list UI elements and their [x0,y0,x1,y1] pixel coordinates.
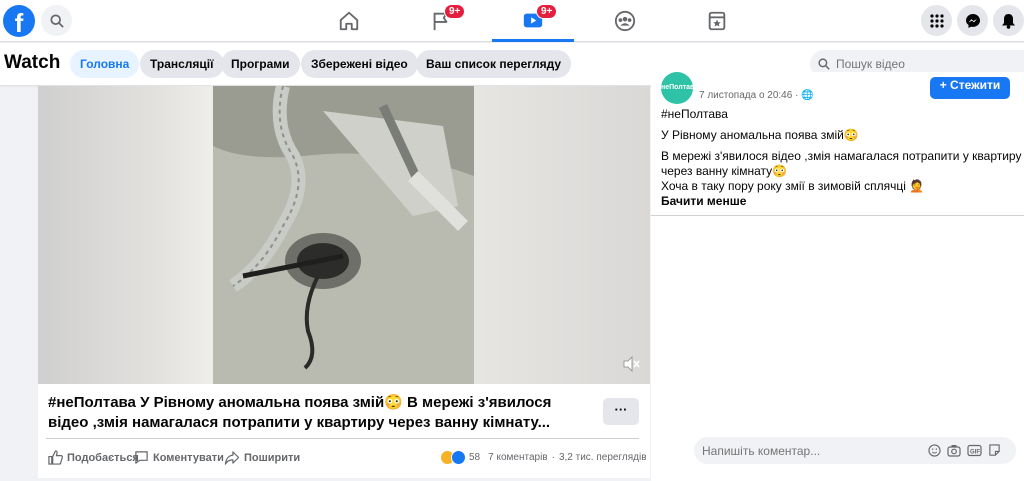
comment-input[interactable] [702,443,922,458]
post-stats: 58 7 коментарів · 3,2 тис. переглядів [440,450,647,465]
page-title: Watch [4,52,61,73]
gaming-icon [708,11,726,31]
top-navigation-bar: f 9+ 9+ [0,0,1024,42]
like-reaction-icon [451,450,466,465]
messenger-button[interactable] [957,5,988,36]
tab-pages[interactable]: 9+ [400,0,482,42]
video-player[interactable] [38,86,650,384]
post-text-line4: Хоча в таку пору року змії в зимовій спл… [661,179,925,193]
search-button[interactable] [41,5,72,36]
tab-gaming[interactable] [676,0,758,42]
emoji-icon[interactable] [928,444,941,457]
groups-icon [614,10,636,32]
post-text-line3: через ванну кімнату😳 [661,164,788,178]
like-button[interactable]: Подобається [48,450,139,465]
speaker-muted-icon [623,356,640,372]
reactions-count[interactable]: 58 [469,452,480,463]
comment-button[interactable]: Коментувати [134,450,224,465]
tab-home[interactable] [308,0,390,42]
comment-label: Коментувати [153,451,224,464]
watch-badge: 9+ [536,4,558,19]
mute-button[interactable] [622,355,640,378]
video-search-input[interactable] [836,57,1006,71]
video-post-card: #неПолтава У Рівному аномальна поява змі… [38,86,650,478]
tab-saved-videos[interactable]: Збережені відео [301,50,418,78]
comment-icon [135,451,148,464]
gif-icon[interactable]: GIF [967,444,982,457]
video-content-image [213,86,474,384]
see-less-link[interactable]: Бачити менше [661,194,746,208]
search-icon [49,13,64,28]
svg-text:GIF: GIF [970,450,980,456]
thumbs-up-icon [48,450,63,465]
page-avatar[interactable]: неПолтава [661,72,698,104]
messenger-icon [965,13,980,28]
card-divider [46,438,639,439]
video-frame [213,86,474,384]
home-icon [339,11,359,31]
post-text-line1: У Рівному аномальна поява змій😳 [661,128,859,142]
menu-button[interactable] [921,5,952,36]
follow-button[interactable]: + Стежити [930,77,1010,99]
tab-watch[interactable]: 9+ [492,0,574,42]
pages-badge: 9+ [444,4,466,19]
share-label: Поширити [244,451,301,464]
post-title[interactable]: #неПолтава У Рівному аномальна поява змі… [48,393,588,433]
share-icon [224,451,240,465]
views-count: 3,2 тис. переглядів [558,452,647,463]
tab-shows[interactable]: Програми [221,50,300,78]
comments-count[interactable]: 7 коментарів [488,452,547,463]
more-options-button[interactable]: ··· [603,398,639,425]
camera-icon[interactable] [947,444,961,457]
post-hashtag[interactable]: #неПолтава [661,107,728,122]
like-label: Подобається [67,451,139,464]
post-timestamp[interactable]: 7 листопада о 20:46 · 🌐 [699,90,814,101]
share-button[interactable]: Поширити [224,450,300,465]
tab-live[interactable]: Трансляції [140,50,224,78]
post-text-line2: В мережі з'явилося відео ,змія намагалас… [661,149,1022,163]
notifications-icon [1002,13,1015,29]
tab-groups[interactable] [584,0,666,42]
tab-watchlist[interactable]: Ваш список перегляду [416,50,572,78]
tab-home-feed[interactable]: Головна [70,50,140,78]
reaction-icons[interactable] [440,450,466,465]
facebook-logo[interactable]: f [3,5,35,38]
post-details-panel: неПолтава 7 листопада о 20:46 · 🌐 + Стеж… [651,72,1024,481]
panel-divider [651,215,1024,216]
search-icon [818,58,830,70]
sticker-icon[interactable] [988,444,1001,457]
menu-grid-icon [929,13,944,28]
comment-composer[interactable]: GIF [694,437,1016,464]
notifications-button[interactable] [993,5,1024,36]
